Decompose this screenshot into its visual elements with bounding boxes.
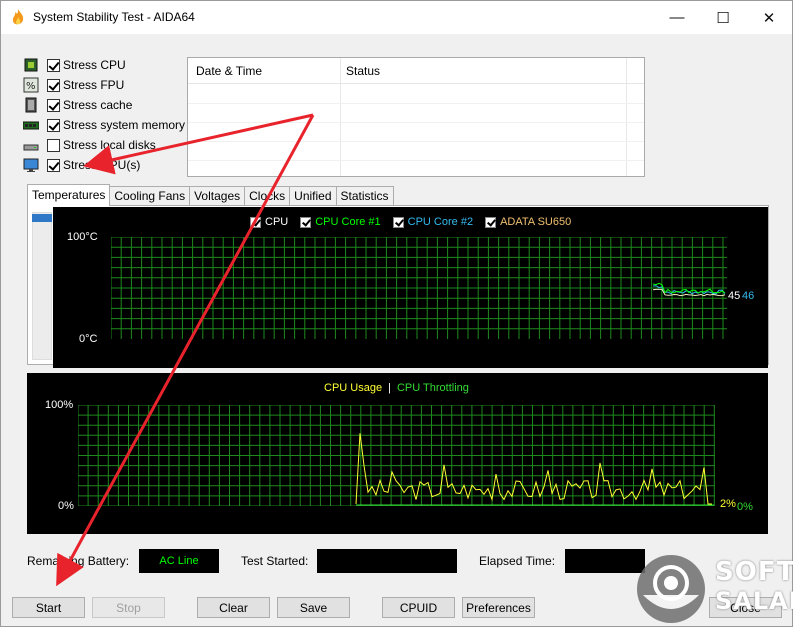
battery-value-text: AC Line bbox=[159, 555, 199, 567]
main-panel: Stress CPU % Stress FPU Stress cache Str… bbox=[9, 41, 785, 621]
elapsed-time-label: Elapsed Time: bbox=[479, 554, 556, 568]
test-started-label: Test Started: bbox=[241, 554, 309, 568]
app-window: System Stability Test - AIDA64 — ☐ ✕ Str… bbox=[0, 0, 793, 627]
log-table[interactable]: Date & Time Status bbox=[187, 57, 645, 177]
tab-temperatures[interactable]: Temperatures bbox=[27, 184, 111, 206]
stress-fpu-checkbox[interactable] bbox=[47, 78, 60, 92]
battery-value: AC Line bbox=[139, 549, 219, 573]
legend-core2-checkbox[interactable] bbox=[392, 216, 404, 228]
svg-text:%: % bbox=[26, 81, 36, 92]
cache-icon bbox=[25, 97, 37, 113]
tab-statistics[interactable]: Statistics bbox=[335, 186, 394, 206]
tab-strip: Temperatures Cooling Fans Voltages Clock… bbox=[27, 184, 394, 206]
clear-button[interactable]: Clear bbox=[197, 597, 270, 618]
legend-cpu-checkbox[interactable] bbox=[250, 216, 261, 228]
usage-axis-top: 100% bbox=[45, 399, 74, 411]
stress-gpu-checkbox[interactable] bbox=[47, 158, 60, 172]
throttling-value: 0% bbox=[737, 501, 753, 513]
stress-memory-label: Stress system memory bbox=[63, 118, 186, 132]
temp-value-cpu: 45 bbox=[728, 290, 741, 302]
stop-button[interactable]: Stop bbox=[92, 597, 165, 618]
cpu-chip-icon bbox=[24, 58, 38, 72]
stress-gpu-option[interactable]: Stress GPU(s) bbox=[23, 156, 140, 174]
tab-cooling-fans[interactable]: Cooling Fans bbox=[109, 186, 191, 206]
log-row-divider bbox=[188, 160, 644, 161]
maximize-icon: ☐ bbox=[716, 9, 730, 27]
column-divider bbox=[626, 58, 627, 176]
usage-axis-bottom: 0% bbox=[58, 500, 74, 512]
tab-clocks[interactable]: Clocks bbox=[244, 186, 291, 206]
stress-cache-option[interactable]: Stress cache bbox=[23, 96, 132, 114]
temperature-plot bbox=[111, 237, 727, 339]
cpu-usage-chart: CPU Usage | CPU Throttling 100% 0% 2% 0% bbox=[27, 373, 768, 534]
minimize-button[interactable]: — bbox=[654, 1, 700, 34]
temp-axis-top: 100°C bbox=[67, 231, 98, 243]
title-bar[interactable]: System Stability Test - AIDA64 — ☐ ✕ bbox=[1, 1, 792, 34]
stress-disks-checkbox[interactable] bbox=[47, 138, 60, 152]
log-column-status[interactable]: Status bbox=[346, 64, 380, 78]
cpu-usage-plot bbox=[78, 405, 715, 506]
log-row-divider bbox=[188, 103, 644, 104]
stress-cpu-label: Stress CPU bbox=[63, 58, 126, 72]
cpuid-button[interactable]: CPUID bbox=[382, 597, 455, 618]
temp-value-core: 46 bbox=[742, 290, 755, 302]
window-title: System Stability Test - AIDA64 bbox=[33, 10, 195, 24]
save-button[interactable]: Save bbox=[277, 597, 350, 618]
legend-ssd-label: ADATA SU650 bbox=[500, 216, 572, 228]
legend-core1-label: CPU Core #1 bbox=[315, 216, 381, 228]
tab-voltages[interactable]: Voltages bbox=[189, 186, 246, 206]
fpu-percent-icon: % bbox=[23, 77, 39, 93]
stress-disks-option[interactable]: Stress local disks bbox=[23, 136, 156, 154]
stress-memory-checkbox[interactable] bbox=[47, 118, 60, 132]
legend-separator: | bbox=[388, 382, 391, 394]
stress-memory-option[interactable]: Stress system memory bbox=[23, 116, 185, 134]
temp-axis-bottom: 0°C bbox=[79, 333, 98, 345]
watermark-text-bottom: SALAD bbox=[715, 587, 793, 615]
cpu-usage-line bbox=[355, 433, 712, 505]
stress-cache-checkbox[interactable] bbox=[47, 98, 60, 112]
stress-fpu-option[interactable]: % Stress FPU bbox=[23, 76, 124, 94]
column-divider bbox=[340, 58, 341, 176]
legend-ssd-checkbox[interactable] bbox=[485, 216, 497, 228]
watermark-text-top: SOFT bbox=[715, 557, 793, 587]
stress-cache-label: Stress cache bbox=[63, 98, 133, 112]
legend-cpu-label: CPU bbox=[265, 216, 289, 228]
sensor-scrollbar[interactable] bbox=[32, 212, 52, 360]
minimize-icon: — bbox=[669, 9, 685, 26]
usage-legend: CPU Usage | CPU Throttling bbox=[324, 382, 469, 394]
close-window-button[interactable]: ✕ bbox=[746, 1, 792, 34]
legend-core1-checkbox[interactable] bbox=[300, 216, 312, 228]
stress-cpu-option[interactable]: Stress CPU bbox=[23, 56, 126, 74]
stress-cpu-checkbox[interactable] bbox=[47, 58, 60, 72]
monitor-icon bbox=[23, 158, 39, 172]
legend-core2-label: CPU Core #2 bbox=[407, 216, 474, 228]
legend-cpu-usage: CPU Usage bbox=[324, 382, 383, 394]
battery-label: Remaining Battery: bbox=[27, 554, 130, 568]
close-icon: ✕ bbox=[762, 9, 776, 27]
salad-bowl-icon bbox=[637, 555, 705, 623]
stress-disks-label: Stress local disks bbox=[63, 138, 156, 152]
usage-value: 2% bbox=[720, 498, 736, 510]
preferences-button[interactable]: Preferences bbox=[462, 597, 535, 618]
log-column-date[interactable]: Date & Time bbox=[196, 64, 262, 78]
temperature-chart: CPU CPU Core #1 CPU Core #2 ADATA SU650 … bbox=[53, 207, 768, 368]
stress-gpu-label: Stress GPU(s) bbox=[63, 158, 141, 172]
start-button[interactable]: Start bbox=[12, 597, 85, 618]
sensor-scrollbar-thumb[interactable] bbox=[32, 214, 52, 222]
stress-fpu-label: Stress FPU bbox=[63, 78, 125, 92]
log-row-divider bbox=[188, 122, 644, 123]
memory-module-icon bbox=[23, 121, 39, 130]
softsalad-watermark: SOFT SALAD bbox=[631, 549, 793, 623]
legend-cpu-throttling: CPU Throttling bbox=[396, 382, 469, 394]
temperature-legend: CPU CPU Core #1 CPU Core #2 ADATA SU650 bbox=[250, 216, 571, 228]
log-row-divider bbox=[188, 141, 644, 142]
tab-unified[interactable]: Unified bbox=[289, 186, 337, 206]
flame-icon bbox=[12, 9, 24, 25]
test-started-value bbox=[317, 549, 457, 573]
disk-drive-icon bbox=[23, 144, 39, 151]
log-header: Date & Time Status bbox=[188, 58, 644, 84]
maximize-button[interactable]: ☐ bbox=[700, 1, 746, 34]
